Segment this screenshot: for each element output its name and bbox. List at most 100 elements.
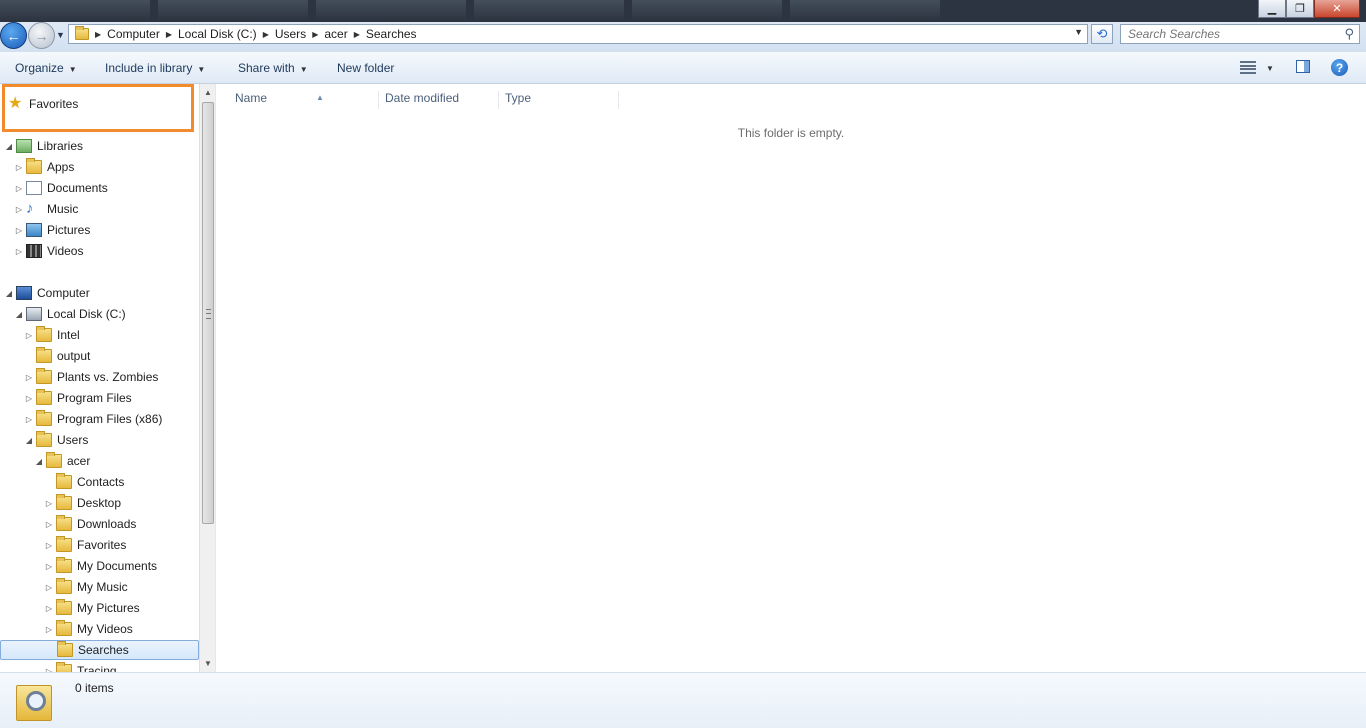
chevron-down-icon: ▼ <box>299 65 308 74</box>
collapse-arrow-icon[interactable]: ◢ <box>34 457 44 466</box>
tree-item-music[interactable]: ▷ ♪ Music <box>14 199 78 219</box>
chevron-right-icon[interactable]: ▶ <box>352 30 362 39</box>
collapse-arrow-icon[interactable]: ◢ <box>24 436 34 445</box>
expand-arrow-icon[interactable]: ▷ <box>44 583 54 592</box>
collapse-arrow-icon[interactable]: ◢ <box>14 310 24 319</box>
tree-item-label: Documents <box>47 181 108 195</box>
expand-arrow-icon[interactable]: ▷ <box>14 163 24 172</box>
tree-item-tracing[interactable]: ▷ Tracing <box>44 661 117 672</box>
searches-folder-icon <box>16 679 52 721</box>
include-in-library-button[interactable]: Include in library ▼ <box>105 61 205 75</box>
expand-arrow-icon[interactable]: ▷ <box>24 373 34 382</box>
include-in-library-label: Include in library <box>105 61 193 75</box>
scrollbar-thumb[interactable] <box>202 102 214 524</box>
tree-item-contacts[interactable]: Contacts <box>44 472 124 492</box>
search-input[interactable] <box>1121 26 1340 42</box>
vertical-scrollbar[interactable]: ▲ ▼ <box>199 84 215 672</box>
expand-arrow-icon[interactable]: ▷ <box>44 604 54 613</box>
expand-arrow-icon[interactable]: ▷ <box>44 520 54 529</box>
chevron-right-icon[interactable]: ▶ <box>261 30 271 39</box>
share-with-button[interactable]: Share with ▼ <box>238 61 308 75</box>
expand-arrow-icon[interactable]: ▷ <box>24 394 34 403</box>
expand-arrow-icon[interactable]: ▷ <box>14 247 24 256</box>
scroll-up-arrow-icon[interactable]: ▲ <box>200 84 215 101</box>
tree-item-libraries[interactable]: ◢ Libraries <box>4 136 83 156</box>
tree-item-videos[interactable]: ▷ Videos <box>14 241 83 261</box>
column-header-type[interactable]: Type <box>502 91 619 109</box>
close-button[interactable]: ✕ <box>1314 0 1360 18</box>
preview-pane-icon[interactable] <box>1296 60 1310 73</box>
documents-icon <box>26 181 42 195</box>
column-header-name[interactable]: ▲ Name <box>232 91 379 109</box>
tree-item-desktop[interactable]: ▷ Desktop <box>44 493 121 513</box>
new-folder-button[interactable]: New folder <box>337 61 394 75</box>
tree-item-my-pictures[interactable]: ▷ My Pictures <box>44 598 140 618</box>
videos-folder-icon <box>56 620 72 636</box>
tree-item-searches[interactable]: Searches <box>0 640 199 660</box>
tree-item-program-files-x86[interactable]: ▷ Program Files (x86) <box>24 409 162 429</box>
downloads-folder-icon <box>56 515 72 531</box>
tree-item-label: My Pictures <box>77 601 140 615</box>
recent-pages-chevron-icon[interactable]: ▼ <box>56 30 65 40</box>
tree-item-apps[interactable]: ▷ Apps <box>14 157 74 177</box>
chevron-right-icon[interactable]: ▶ <box>93 30 103 39</box>
forward-arrow-icon[interactable]: → <box>28 22 55 49</box>
expand-arrow-icon[interactable]: ▷ <box>44 625 54 634</box>
organize-button[interactable]: Organize ▼ <box>15 61 77 75</box>
tree-item-label: Local Disk (C:) <box>47 307 126 321</box>
tree-item-users[interactable]: ◢ Users <box>24 430 88 450</box>
tree-item-downloads[interactable]: ▷ Downloads <box>44 514 136 534</box>
scroll-down-arrow-icon[interactable]: ▼ <box>200 655 215 672</box>
breadcrumb-computer[interactable]: Computer <box>103 27 164 41</box>
tree-item-my-documents[interactable]: ▷ My Documents <box>44 556 157 576</box>
tree-item-acer[interactable]: ◢ acer <box>34 451 90 471</box>
collapse-arrow-icon[interactable]: ◢ <box>4 289 14 298</box>
organize-label: Organize <box>15 61 64 75</box>
expand-arrow-icon[interactable]: ▷ <box>44 562 54 571</box>
chevron-right-icon[interactable]: ▶ <box>310 30 320 39</box>
tree-item-intel[interactable]: ▷ Intel <box>24 325 80 345</box>
file-list-pane[interactable]: ▲ Name Date modified Type This folder is… <box>216 84 1366 672</box>
change-view-icon[interactable] <box>1240 61 1256 74</box>
searches-folder-icon <box>57 641 73 657</box>
expand-arrow-icon[interactable]: ▷ <box>14 205 24 214</box>
tree-item-label: My Documents <box>77 559 158 573</box>
expand-arrow-icon[interactable]: ▷ <box>14 184 24 193</box>
tree-item-program-files[interactable]: ▷ Program Files <box>24 388 132 408</box>
tree-item-my-music[interactable]: ▷ My Music <box>44 577 128 597</box>
tree-item-favorites[interactable]: ★ Favorites <box>8 94 78 114</box>
help-icon[interactable]: ? <box>1331 59 1348 76</box>
breadcrumb-users[interactable]: Users <box>271 27 310 41</box>
tree-item-label: Tracing <box>77 664 117 672</box>
search-icon[interactable]: ⚲ <box>1344 26 1354 42</box>
tree-item-documents[interactable]: ▷ Documents <box>14 178 108 198</box>
tree-item-pictures[interactable]: ▷ Pictures <box>14 220 90 240</box>
tree-item-label: Libraries <box>37 139 84 153</box>
breadcrumb-acer[interactable]: acer <box>320 27 351 41</box>
tree-item-my-videos[interactable]: ▷ My Videos <box>44 619 133 639</box>
tree-item-output[interactable]: output <box>24 346 90 366</box>
maximize-button[interactable]: ❐ <box>1286 0 1314 18</box>
expand-arrow-icon[interactable]: ▷ <box>24 331 34 340</box>
expand-arrow-icon[interactable]: ▷ <box>24 415 34 424</box>
back-arrow-icon[interactable]: ← <box>0 22 27 49</box>
chevron-down-icon[interactable]: ▼ <box>1266 64 1274 73</box>
refresh-icon[interactable]: ⟲ <box>1091 24 1113 44</box>
background-tab <box>790 0 940 22</box>
breadcrumb-local-disk[interactable]: Local Disk (C:) <box>174 27 261 41</box>
column-header-date-modified[interactable]: Date modified <box>382 91 499 109</box>
tree-item-computer[interactable]: ◢ Computer <box>4 283 90 303</box>
expand-arrow-icon[interactable]: ▷ <box>14 226 24 235</box>
minimize-button[interactable]: ▁ <box>1258 0 1286 18</box>
tree-item-local-disk[interactable]: ◢ Local Disk (C:) <box>14 304 126 324</box>
tree-item-favorites-folder[interactable]: ▷ Favorites <box>44 535 126 555</box>
tree-item-plants-vs-zombies[interactable]: ▷ Plants vs. Zombies <box>24 367 158 387</box>
breadcrumb-searches[interactable]: Searches <box>362 27 421 41</box>
chevron-down-icon: ▼ <box>197 65 206 74</box>
collapse-arrow-icon[interactable]: ◢ <box>4 142 14 151</box>
address-bar[interactable]: ▶ Computer ▶ Local Disk (C:) ▶ Users ▶ a… <box>68 24 1088 44</box>
chevron-right-icon[interactable]: ▶ <box>164 30 174 39</box>
expand-arrow-icon[interactable]: ▷ <box>44 499 54 508</box>
expand-arrow-icon[interactable]: ▷ <box>44 541 54 550</box>
chevron-down-icon[interactable]: ▼ <box>1074 27 1083 37</box>
